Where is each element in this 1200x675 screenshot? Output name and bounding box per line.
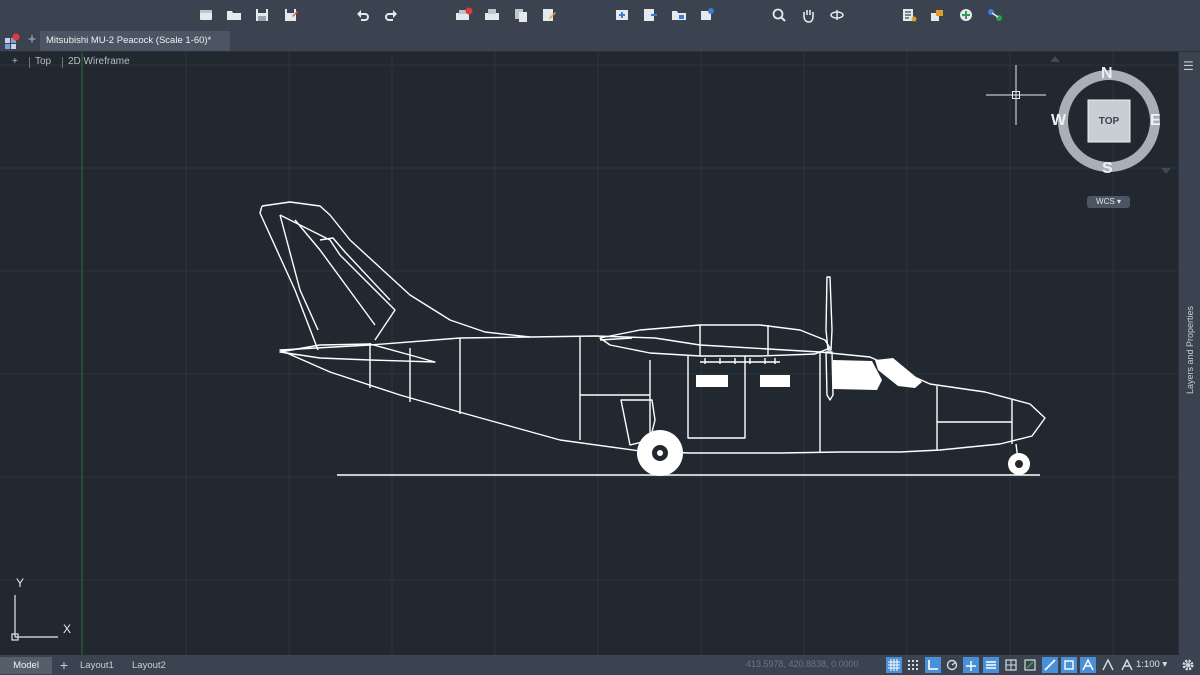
ucs-label: WCS [1096,197,1115,206]
tab-document[interactable]: Mitsubishi MU-2 Peacock (Scale 1-60)* [40,31,230,51]
properties-icon[interactable] [900,6,918,24]
viewport-controls-menu[interactable]: + [12,56,18,67]
view-menu[interactable]: Top [35,56,51,67]
transparency-toggle-icon[interactable] [1003,657,1019,673]
ucs-y-label: Y [16,576,25,590]
save-icon[interactable] [253,6,271,24]
pan-icon[interactable] [799,6,817,24]
dynamic-ucs-toggle-icon[interactable] [1042,657,1058,673]
main-wheel [637,430,683,476]
publish-icon[interactable] [512,6,530,24]
status-bar [0,655,1200,675]
panel-toggle-icon[interactable]: ☰ [1183,59,1194,73]
compass-west[interactable]: W [1051,112,1066,130]
ucs-menu-button[interactable]: WCS ▾ [1087,196,1130,208]
orbit-icon[interactable] [828,6,846,24]
polar-toggle-icon[interactable] [944,657,960,673]
add-icon[interactable] [957,6,975,24]
annotation-scale-value: 1:100 [1136,659,1160,670]
compass-north[interactable]: N [1101,65,1113,83]
tab-layout1[interactable]: Layout1 [80,657,114,674]
new-icon[interactable] [197,6,215,24]
isodraft-toggle-icon[interactable] [963,657,979,673]
save-as-icon[interactable] [282,6,300,24]
drawing-grid [0,52,1178,655]
label-divider [29,57,30,68]
print-icon[interactable] [483,6,501,24]
plot-icon[interactable] [455,6,473,24]
crosshair-cursor [986,65,1046,125]
grid-toggle-icon[interactable] [886,657,902,673]
new-tab-button[interactable]: + [25,31,39,49]
label-divider [62,57,63,68]
zoom-icon[interactable] [770,6,788,24]
edit-icon[interactable] [540,6,558,24]
ucs-axes-icon [11,595,58,641]
gear-icon[interactable] [1180,657,1196,673]
open-icon[interactable] [225,6,243,24]
import-icon[interactable] [613,6,631,24]
connect-icon[interactable] [986,6,1004,24]
add-layout-button[interactable]: + [58,657,70,674]
export-icon[interactable] [641,6,659,24]
cursor-coordinates: 413.5978, 420.8838, 0.0000 [746,659,859,669]
snap-toggle-icon[interactable] [905,657,921,673]
tab-model[interactable]: Model [0,657,52,674]
chevron-down-icon: ▾ [1162,659,1168,670]
layers-properties-label[interactable]: Layers and Properties [1185,306,1195,394]
compass-south[interactable]: S [1102,160,1113,178]
object-snap-toggle-icon[interactable] [1022,657,1038,673]
annotation-scale-menu[interactable]: 1:100 ▾ [1136,659,1167,670]
viewcube-face-top[interactable]: TOP [1089,100,1129,142]
annotation-visibility-icon[interactable] [1080,657,1096,673]
app-menu-icon[interactable] [4,33,20,49]
redo-icon[interactable] [382,6,400,24]
layer-icon[interactable] [928,6,946,24]
ortho-toggle-icon[interactable] [925,657,941,673]
chevron-down-icon: ▾ [1116,197,1121,206]
folder-icon[interactable] [670,6,688,24]
undo-icon[interactable] [354,6,372,24]
auto-scale-icon[interactable] [1100,657,1116,673]
nose-wheel [1008,453,1030,475]
visual-style-menu[interactable]: 2D Wireframe [68,56,130,67]
quick-access-toolbar [0,0,1200,30]
drawing-viewport[interactable]: + Top 2D Wireframe Y X [0,52,1178,655]
annotation-scale-icon[interactable] [1119,657,1135,673]
tab-layout2[interactable]: Layout2 [132,657,166,674]
selection-cycling-toggle-icon[interactable] [1061,657,1077,673]
share-icon[interactable] [698,6,716,24]
lineweight-toggle-icon[interactable] [983,657,999,673]
compass-east[interactable]: E [1150,112,1161,130]
ucs-x-label: X [63,622,72,636]
